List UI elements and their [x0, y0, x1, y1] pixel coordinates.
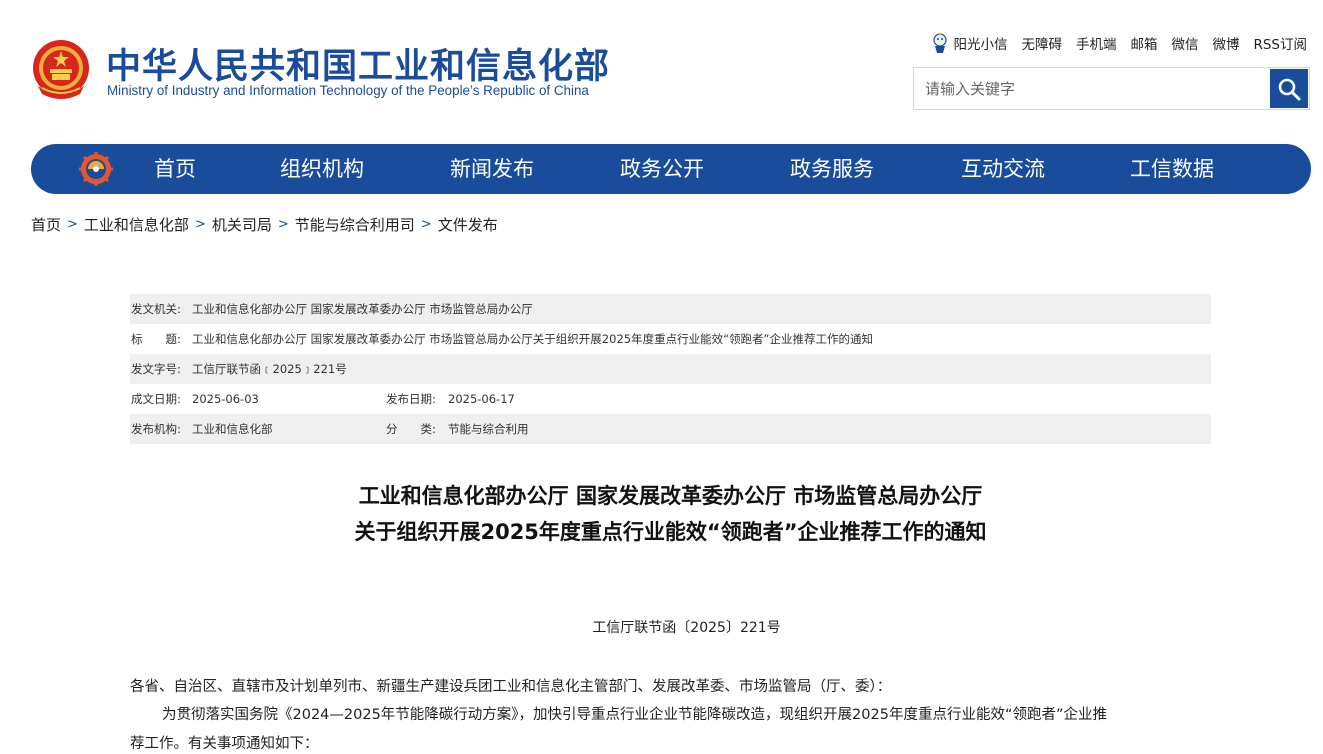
- breadcrumb-separator-icon: >: [420, 217, 432, 232]
- breadcrumb-energy-dept[interactable]: 节能与综合利用司: [295, 214, 415, 235]
- top-link-label: 阳光小信: [953, 37, 1008, 53]
- breadcrumb-departments[interactable]: 机关司局: [212, 214, 272, 235]
- breadcrumb-separator-icon: >: [277, 217, 289, 232]
- meta-label: 发文机关:: [131, 302, 181, 316]
- top-link-weibo[interactable]: 微博: [1212, 33, 1239, 53]
- top-link-wechat[interactable]: 微信: [1171, 33, 1198, 53]
- search-icon: [1278, 78, 1301, 100]
- meta-value-category: 节能与综合利用: [448, 422, 529, 436]
- article-paragraph: 为贯彻落实国务院《2024—2025年节能降碳行动方案》，加快引导重点行业企业节…: [162, 707, 1107, 723]
- meta-label: 标 题:: [131, 332, 181, 346]
- search-box: [913, 67, 1310, 110]
- meta-label: 发布日期:: [386, 392, 436, 406]
- breadcrumb-home[interactable]: 首页: [31, 214, 61, 235]
- site-title-cn[interactable]: 中华人民共和国工业和信息化部: [106, 38, 610, 89]
- meta-row-issuer: 发文机关: 工业和信息化部办公厅 国家发展改革委办公厅 市场监管总局办公厅: [130, 294, 1211, 324]
- meta-row-org: 发布机构: 工业和信息化部 分 类: 节能与综合利用: [130, 414, 1211, 444]
- meta-value-org: 工业和信息化部: [192, 422, 273, 436]
- search-input[interactable]: [914, 68, 1270, 109]
- document-meta-table: 发文机关: 工业和信息化部办公厅 国家发展改革委办公厅 市场监管总局办公厅 标 …: [130, 294, 1211, 444]
- nav-item-organization[interactable]: 组织机构: [280, 144, 364, 194]
- meta-value-created: 2025-06-03: [192, 392, 259, 406]
- ministry-logo-icon: [79, 152, 113, 186]
- top-link-accessibility[interactable]: 无障碍: [1021, 33, 1062, 53]
- nav-item-gov-services[interactable]: 政务服务: [790, 144, 874, 194]
- top-links: 阳光小信 无障碍 手机端 邮箱 微信 微博 RSS订阅: [931, 32, 1307, 54]
- top-link-rss[interactable]: RSS订阅: [1253, 33, 1307, 53]
- nav-item-home[interactable]: 首页: [154, 144, 196, 194]
- meta-value-issuer: 工业和信息化部办公厅 国家发展改革委办公厅 市场监管总局办公厅: [192, 302, 533, 316]
- article-addressee: 各省、自治区、直辖市及计划单列市、新疆生产建设兵团工业和信息化主管部门、发展改革…: [130, 679, 892, 695]
- meta-label: 发布机构:: [131, 422, 181, 436]
- site-title-en[interactable]: Ministry of Industry and Information Tec…: [107, 83, 589, 98]
- national-emblem-icon: [30, 38, 92, 102]
- article-paragraph: 荐工作。有关事项通知如下：: [130, 736, 319, 752]
- nav-item-news[interactable]: 新闻发布: [450, 144, 534, 194]
- meta-row-docno: 发文字号: 工信厅联节函﹝2025﹞221号: [130, 354, 1211, 384]
- breadcrumb-separator-icon: >: [67, 217, 78, 232]
- article-doc-number: 工信厅联节函〔2025〕221号: [592, 620, 781, 636]
- breadcrumb-ministry[interactable]: 工业和信息化部: [84, 214, 189, 235]
- nav-item-data[interactable]: 工信数据: [1130, 144, 1214, 194]
- mascot-icon: [933, 32, 948, 53]
- breadcrumb-separator-icon: >: [194, 217, 206, 232]
- breadcrumb: 首页 > 工业和信息化部 > 机关司局 > 节能与综合利用司 > 文件发布: [31, 214, 498, 235]
- top-link-mobile[interactable]: 手机端: [1076, 33, 1117, 53]
- meta-row-dates: 成文日期: 2025-06-03 发布日期: 2025-06-17: [130, 384, 1211, 414]
- meta-row-title: 标 题: 工业和信息化部办公厅 国家发展改革委办公厅 市场监管总局办公厅关于组织…: [130, 324, 1211, 354]
- breadcrumb-documents[interactable]: 文件发布: [438, 214, 498, 235]
- meta-value-title: 工业和信息化部办公厅 国家发展改革委办公厅 市场监管总局办公厅关于组织开展202…: [192, 332, 873, 346]
- article-title-line2: 关于组织开展2025年度重点行业能效“领跑者”企业推荐工作的通知: [354, 520, 987, 544]
- site-header: 中华人民共和国工业和信息化部 Ministry of Industry and …: [0, 0, 1323, 140]
- meta-label: 分 类:: [386, 422, 436, 436]
- top-link-sunshine[interactable]: 阳光小信: [931, 32, 1007, 54]
- nav-item-interaction[interactable]: 互动交流: [961, 144, 1045, 194]
- search-button[interactable]: [1270, 69, 1308, 108]
- top-link-mail[interactable]: 邮箱: [1130, 33, 1157, 53]
- meta-label: 发文字号:: [131, 362, 181, 376]
- meta-value-docno: 工信厅联节函﹝2025﹞221号: [192, 362, 347, 376]
- main-nav: 首页 组织机构 新闻发布 政务公开 政务服务 互动交流 工信数据: [31, 144, 1311, 194]
- article-title-line1: 工业和信息化部办公厅 国家发展改革委办公厅 市场监管总局办公厅: [358, 484, 983, 508]
- nav-item-gov-affairs[interactable]: 政务公开: [620, 144, 704, 194]
- meta-value-published: 2025-06-17: [448, 392, 515, 406]
- meta-label: 成文日期:: [131, 392, 181, 406]
